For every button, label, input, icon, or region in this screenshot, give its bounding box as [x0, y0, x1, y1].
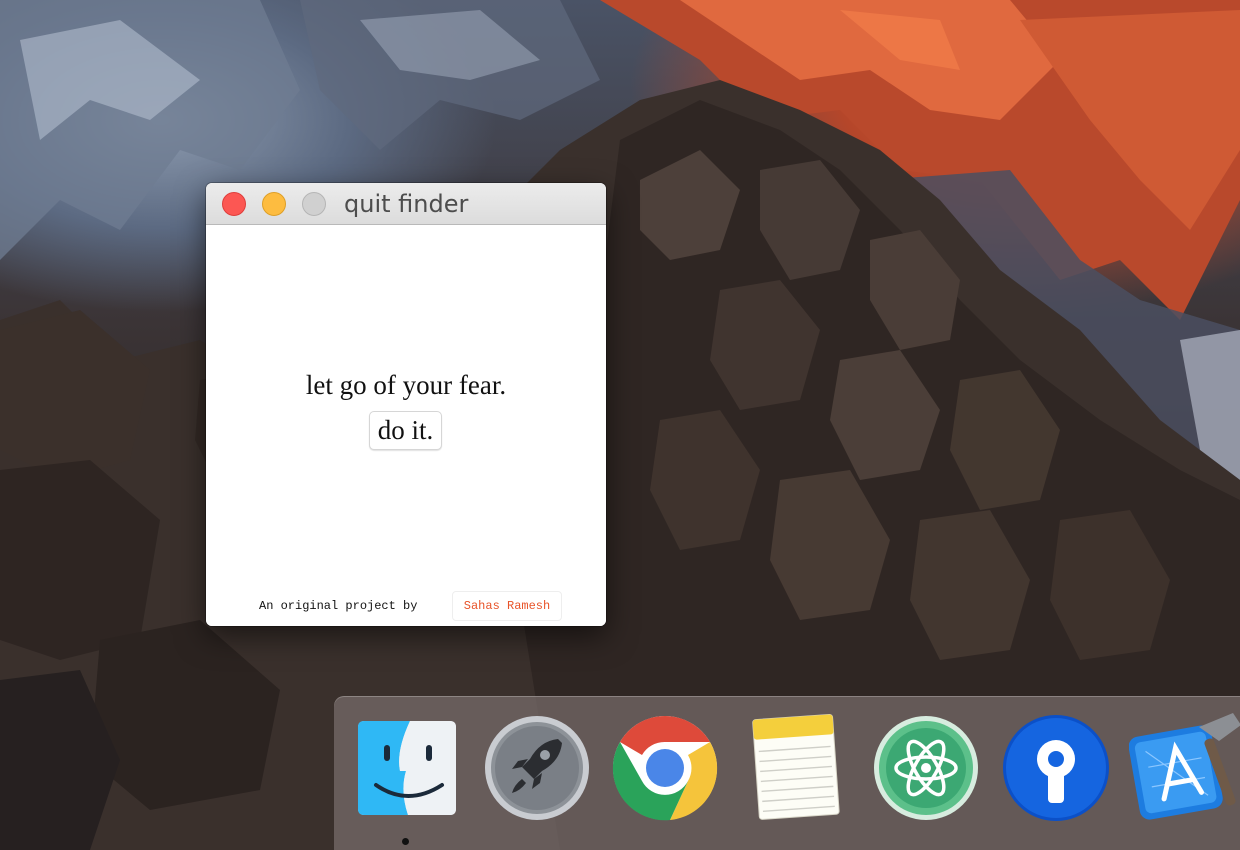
title-bar[interactable]: quit finder — [206, 183, 606, 225]
notes-icon — [752, 713, 840, 820]
dock-item-finder[interactable] — [352, 711, 462, 821]
dock — [334, 696, 1240, 850]
author-link[interactable]: Sahas Ramesh — [452, 591, 562, 621]
app-window: quit finder let go of your fear. do it. … — [206, 183, 606, 626]
sourcetree-icon — [1003, 715, 1109, 821]
chrome-icon — [612, 716, 718, 821]
dock-item-launchpad[interactable] — [482, 711, 592, 821]
dock-item-notes[interactable] — [740, 711, 850, 821]
xcode-icon — [1129, 713, 1240, 820]
dock-item-sourcetree[interactable] — [1001, 711, 1111, 821]
dock-item-xcode[interactable] — [1129, 711, 1240, 821]
do-it-button[interactable]: do it. — [369, 411, 442, 450]
zoom-window-button-disabled — [302, 192, 326, 216]
minimize-window-button[interactable] — [262, 192, 286, 216]
launchpad-icon — [485, 716, 589, 820]
atom-icon — [874, 716, 978, 820]
finder-icon — [358, 721, 456, 815]
headline-text: let go of your fear. — [305, 370, 507, 400]
window-title: quit finder — [344, 190, 469, 218]
dock-item-atom[interactable] — [871, 711, 981, 821]
credit-text: An original project by — [259, 599, 418, 613]
dock-item-chrome[interactable] — [610, 711, 720, 821]
finder-running-indicator — [402, 838, 409, 845]
close-window-button[interactable] — [222, 192, 246, 216]
window-content: let go of your fear. do it. An original … — [206, 225, 606, 626]
